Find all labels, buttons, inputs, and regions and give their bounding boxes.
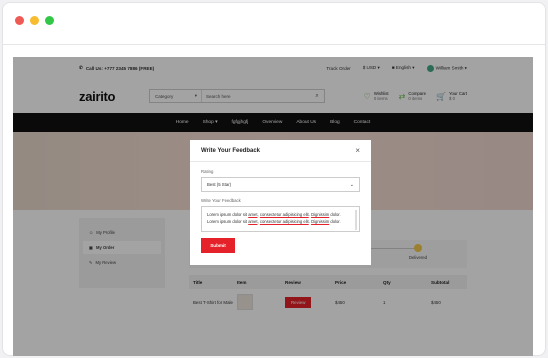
minimize-window-button[interactable] [30,16,39,25]
chevron-down-icon: ⌄ [349,181,354,188]
feedback-text: Lorem ipsum dolor sit [207,212,249,217]
feedback-text: Lorem ipsum dolor sit [207,219,249,224]
feedback-text: dolor. [329,219,341,224]
feedback-text: consectetur adipisicing elit [259,219,309,224]
rating-select[interactable]: Best (5 Star) ⌄ [201,177,360,192]
submit-button[interactable]: Submit [201,238,235,253]
modal-title: Write Your Feedback [201,147,261,154]
modal-header: Write Your Feedback × [190,140,371,162]
feedback-text: Dignissim [311,219,330,224]
feedback-modal: Write Your Feedback × Rating Best (5 Sta… [190,140,371,265]
modal-body: Rating Best (5 Star) ⌄ Write Your Feedba… [190,162,371,260]
website: ✆ Call Us: +777 2345 7886 (FREE) Track O… [13,57,533,356]
feedback-line: Lorem ipsum dolor sit amet, consectetur … [207,211,354,218]
feedback-line: Lorem ipsum dolor sit amet, consectetur … [207,218,354,225]
feedback-text: dolor. [329,212,341,217]
feedback-text: amet [248,212,258,217]
feedback-text: consectetur adipisicing elit [259,212,309,217]
maximize-window-button[interactable] [45,16,54,25]
close-window-button[interactable] [15,16,24,25]
window-chrome [3,3,545,45]
feedback-text: Dignissim [311,212,330,217]
rating-value: Best (5 Star) [207,182,232,187]
close-icon[interactable]: × [355,146,360,155]
feedback-textarea[interactable]: Lorem ipsum dolor sit amet, consectetur … [201,206,360,232]
textarea-scrollbar[interactable] [355,210,357,230]
feedback-text: amet [248,219,258,224]
rating-label: Rating [201,169,214,174]
feedback-label: Write Your Feedback [201,198,241,203]
